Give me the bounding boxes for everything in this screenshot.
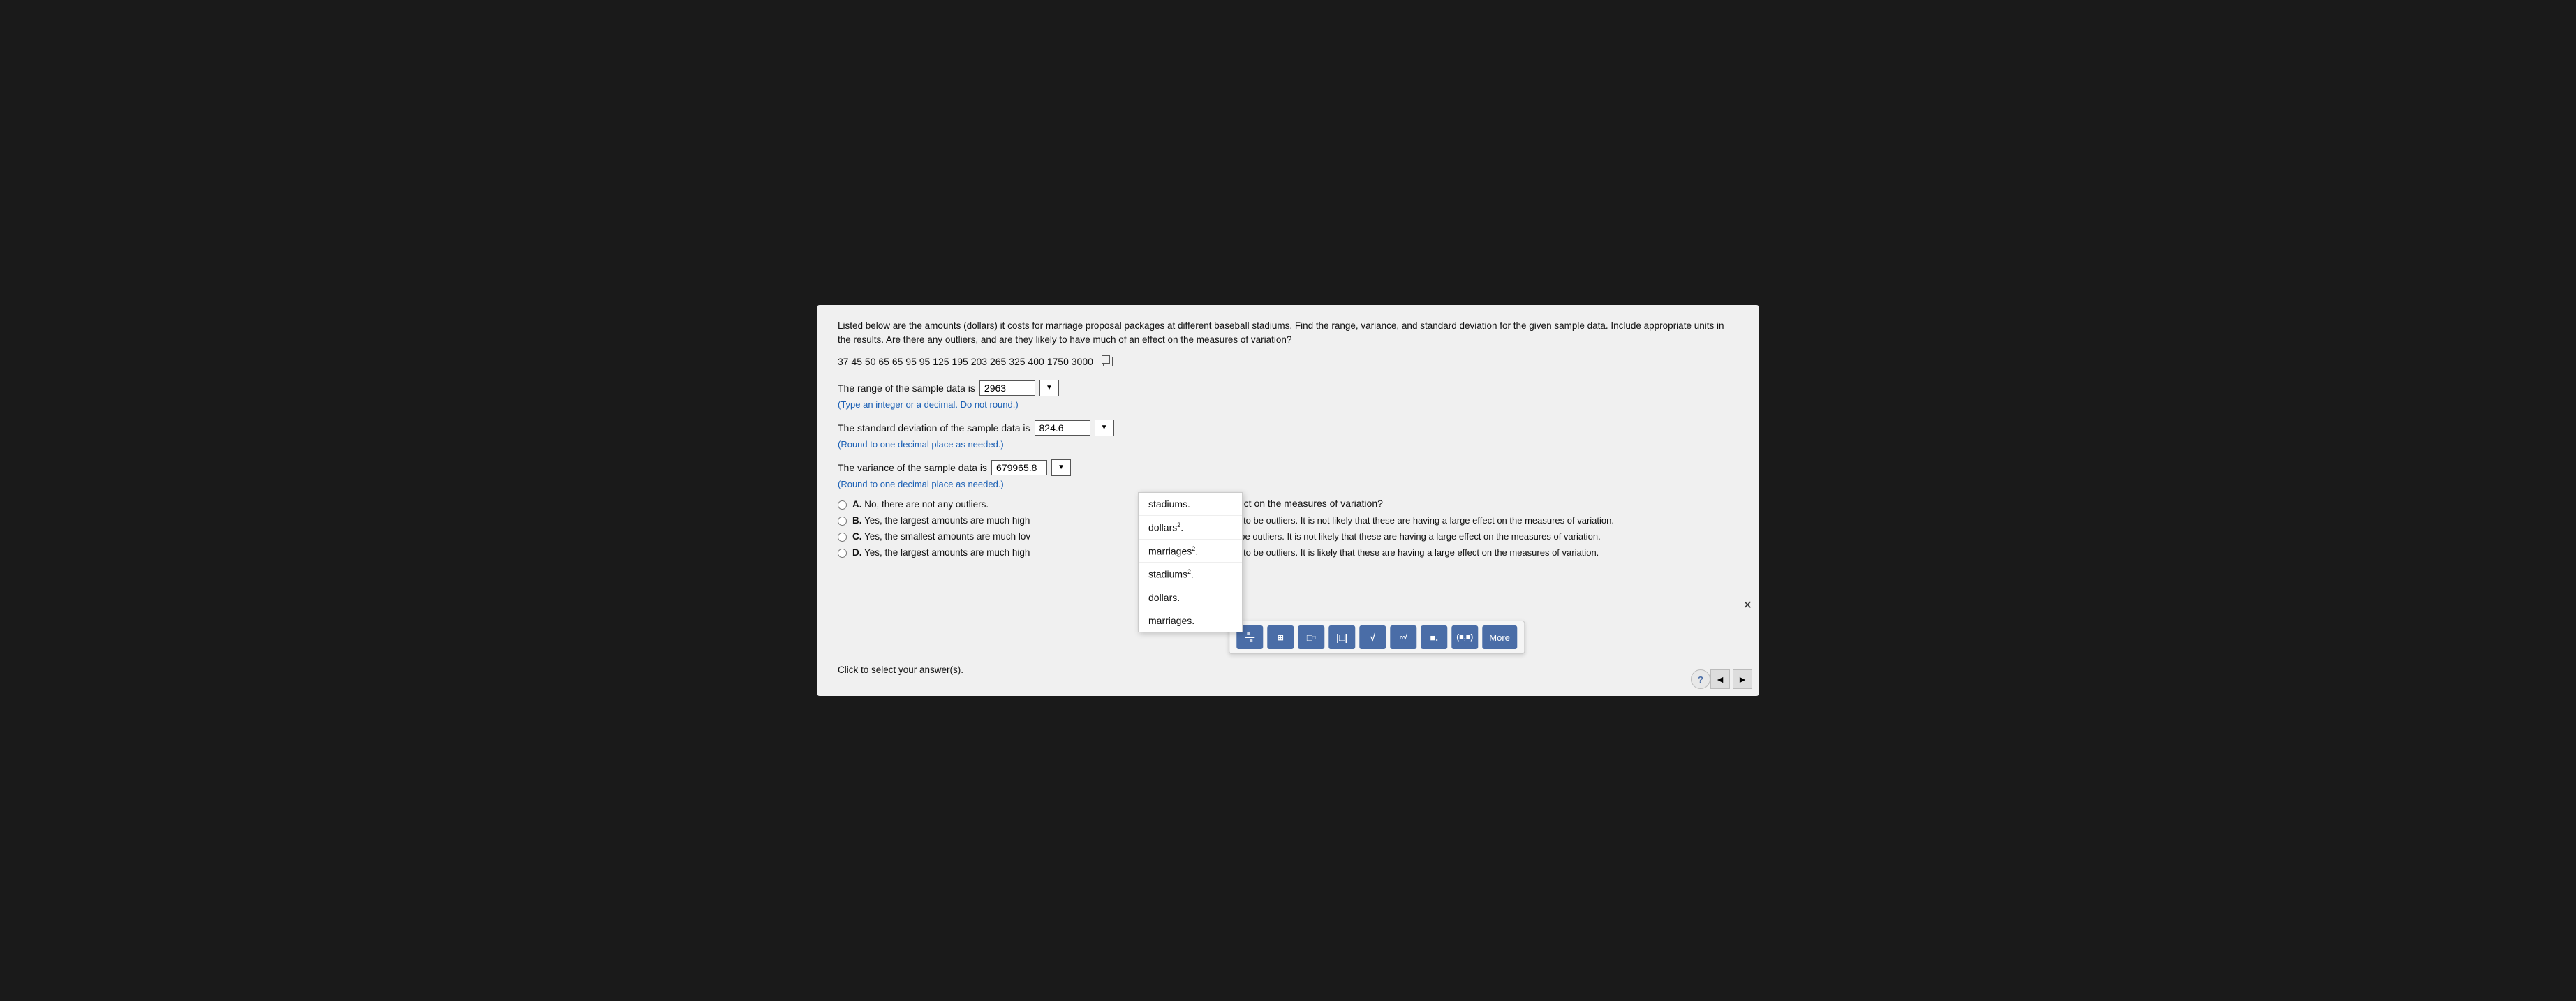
superscript-btn[interactable]: □□ (1298, 625, 1324, 649)
range-row: The range of the sample data is 2963 ▼ (838, 380, 1738, 396)
ordered-pair-btn[interactable]: (■,■) (1451, 625, 1478, 649)
sqrt-btn[interactable]: √ (1359, 625, 1386, 649)
dropdown-popup: stadiums. dollars2. marriages2. stadiums… (1138, 492, 1243, 632)
click-to-select: Click to select your answer(s). (838, 665, 963, 675)
data-values: 37 45 50 65 65 95 95 125 195 203 265 325… (838, 356, 1093, 367)
problem-description: Listed below are the amounts (dollars) i… (838, 319, 1738, 348)
dropdown-item-3[interactable]: stadiums2. (1139, 563, 1242, 586)
copy-icon[interactable] (1103, 357, 1113, 366)
math-toolbar: ⊞ □□ |□| √ n√ ■. (■,■) More (1229, 621, 1525, 654)
data-values-row: 37 45 50 65 65 95 95 125 195 203 265 325… (838, 356, 1738, 367)
range-hint: (Type an integer or a decimal. Do not ro… (838, 399, 1738, 410)
dropdown-item-2[interactable]: marriages2. (1139, 540, 1242, 563)
option-b-radio[interactable] (838, 517, 847, 526)
help-btn[interactable]: ? (1691, 669, 1710, 689)
variance-label: The variance of the sample data is (838, 462, 987, 473)
nav-arrows: ◄ ► (1710, 669, 1752, 689)
next-arrow[interactable]: ► (1733, 669, 1752, 689)
std-dropdown[interactable]: ▼ (1095, 420, 1114, 436)
range-label: The range of the sample data is (838, 383, 975, 394)
dropdown-item-4[interactable]: dollars. (1139, 586, 1242, 609)
dropdown-item-5[interactable]: marriages. (1139, 609, 1242, 632)
dropdown-item-1[interactable]: dollars2. (1139, 516, 1242, 540)
variance-dropdown[interactable]: ▼ (1051, 459, 1071, 476)
option-a-text: A. No, there are not any outliers. (852, 499, 989, 510)
std-label: The standard deviation of the sample dat… (838, 422, 1030, 433)
option-d-radio[interactable] (838, 549, 847, 558)
absolute-btn[interactable]: |□| (1328, 625, 1355, 649)
option-a-radio[interactable] (838, 500, 847, 510)
range-value[interactable]: 2963 (979, 380, 1035, 396)
dropdown-item-0[interactable]: stadiums. (1139, 493, 1242, 516)
variance-hint: (Round to one decimal place as needed.) (838, 479, 1738, 489)
std-row: The standard deviation of the sample dat… (838, 420, 1738, 436)
nth-root-btn[interactable]: n√ (1390, 625, 1416, 649)
more-btn[interactable]: More (1482, 625, 1517, 649)
main-screen: Listed below are the amounts (dollars) i… (817, 305, 1759, 696)
close-btn[interactable]: ✕ (1743, 598, 1752, 612)
range-dropdown[interactable]: ▼ (1039, 380, 1059, 396)
variance-value[interactable]: 679965.8 (991, 460, 1047, 475)
matrix-btn[interactable]: ⊞ (1267, 625, 1294, 649)
variance-row: The variance of the sample data is 67996… (838, 459, 1738, 476)
outlier-question-partial: fect on the measures of variation? (1236, 498, 1738, 509)
std-value[interactable]: 824.6 (1035, 420, 1090, 436)
decimal-btn[interactable]: ■. (1421, 625, 1447, 649)
prev-arrow[interactable]: ◄ (1710, 669, 1730, 689)
option-c-radio[interactable] (838, 533, 847, 542)
std-hint: (Round to one decimal place as needed.) (838, 439, 1738, 450)
